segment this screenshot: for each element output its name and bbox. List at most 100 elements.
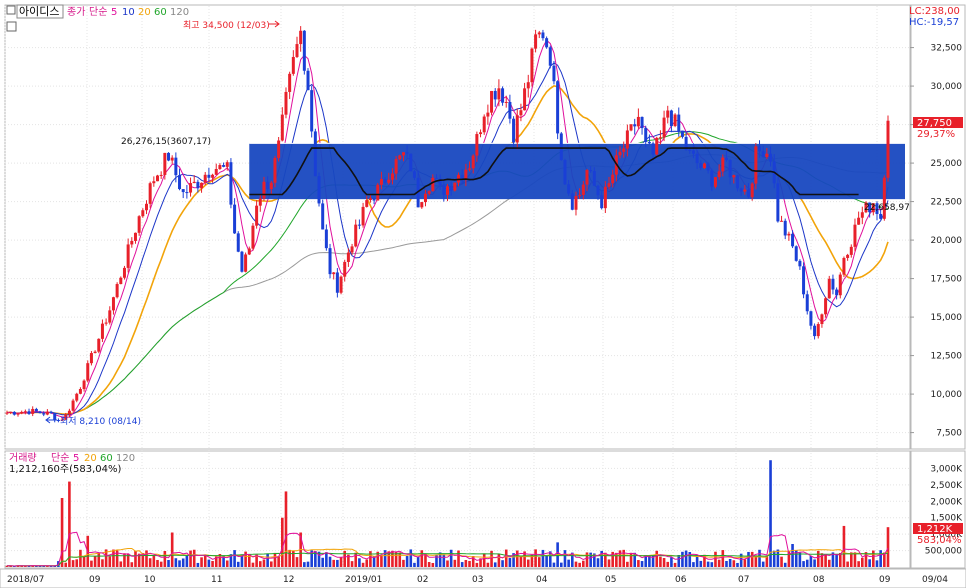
volume-bar <box>398 552 402 567</box>
candle-body <box>152 181 156 184</box>
volume-bar <box>75 559 79 567</box>
volume-bar <box>519 555 523 567</box>
volume-bar <box>71 560 75 567</box>
candle-body <box>813 325 817 337</box>
candle-body <box>556 81 560 134</box>
volume-bar <box>420 550 424 567</box>
volume-bar <box>431 562 435 567</box>
candle-body <box>222 165 226 167</box>
legend-small-box[interactable] <box>6 21 17 32</box>
volume-bar <box>501 560 504 567</box>
candle-body <box>122 267 126 278</box>
candle-body <box>82 380 86 390</box>
volume-bar <box>416 556 420 567</box>
stock-chart: 32,50030,00027,50025,00022,50020,00017,5… <box>0 4 966 588</box>
volume-title: 거래량 <box>9 452 37 464</box>
candle-body <box>229 162 233 205</box>
volume-method: 단순 <box>51 452 69 464</box>
price-panel[interactable] <box>4 4 911 450</box>
candle-body <box>761 151 765 157</box>
candle-body <box>640 116 644 129</box>
candle-body <box>468 168 472 170</box>
volume-bar <box>765 556 769 567</box>
candle-body <box>534 34 538 49</box>
candle-body <box>816 324 820 337</box>
volume-bar <box>493 562 497 567</box>
candle-body <box>802 266 806 295</box>
date-tick-label: 03 <box>472 575 483 585</box>
candle-body <box>211 174 215 178</box>
candle-body <box>372 198 376 201</box>
candle-body <box>581 184 585 195</box>
date-tick-label: 04 <box>536 575 548 585</box>
candle-body <box>717 171 721 178</box>
volume-bar <box>868 559 871 567</box>
candle-body <box>486 112 490 117</box>
volume-bar <box>427 562 431 567</box>
volume-bar <box>783 562 787 567</box>
candle-body <box>666 110 670 118</box>
candle-body <box>119 277 123 285</box>
candle-body <box>607 183 611 187</box>
candle-body <box>787 233 791 236</box>
volume-bar <box>93 556 97 567</box>
ma-10-label: 10 <box>122 7 135 18</box>
candle-body <box>769 153 773 162</box>
candle-body <box>618 151 622 156</box>
lc-label: LC:238,00 <box>909 6 960 17</box>
candle-body <box>475 134 479 156</box>
candle-body <box>479 132 483 135</box>
volume-bar <box>281 517 284 567</box>
candle-body <box>89 353 93 364</box>
volume-readout: 1,212,160주(583,04%) <box>9 464 121 475</box>
candle-body <box>471 155 475 169</box>
legend-checkbox[interactable] <box>6 5 16 15</box>
volume-bar <box>563 550 567 567</box>
volume-bar <box>258 561 262 567</box>
zone-bottom-label: 22,658,97 <box>864 203 910 213</box>
volume-bar <box>90 560 93 567</box>
volume-bar <box>64 562 68 567</box>
candle-body <box>23 411 27 413</box>
date-tick-label: 2019/01 <box>345 575 382 585</box>
candle-body <box>251 225 255 249</box>
volume-bar <box>849 552 853 567</box>
volume-bar <box>526 559 530 567</box>
volume-bar <box>607 559 611 567</box>
volume-bar <box>692 562 695 567</box>
volume-bar <box>813 559 816 567</box>
candle-body <box>673 114 677 127</box>
stock-name: 아이디스 <box>19 5 59 18</box>
candle-body <box>526 82 530 89</box>
candle-body <box>137 216 141 233</box>
candle-body <box>721 157 725 172</box>
candle-body <box>508 101 512 119</box>
candle-body <box>71 400 75 411</box>
candle-body <box>431 177 435 192</box>
candle-body <box>31 408 35 414</box>
volume-bar <box>747 551 750 567</box>
candle-body <box>49 411 53 414</box>
candle-body <box>669 110 673 127</box>
candle-body <box>515 115 519 143</box>
date-tick-label: 09 <box>879 575 891 585</box>
candle-body <box>97 338 101 352</box>
candle-body <box>592 170 596 186</box>
candle-body <box>313 131 317 177</box>
candle-body <box>688 149 692 151</box>
candle-body <box>754 146 758 184</box>
volume-bar <box>332 559 336 567</box>
volume-bar <box>321 557 324 567</box>
hc-label: HC:-19,57 <box>909 17 959 28</box>
candle-body <box>695 153 699 164</box>
highlight-zone[interactable] <box>249 143 905 200</box>
candle-body <box>20 411 24 414</box>
date-tick-label: 06 <box>675 575 687 585</box>
volume-bar <box>637 560 640 567</box>
candle-body <box>530 48 534 83</box>
volume-bar <box>545 555 548 567</box>
candle-body <box>159 174 163 176</box>
candle-body <box>299 30 303 45</box>
candle-body <box>838 274 842 296</box>
date-tick-label: 08 <box>813 575 825 585</box>
